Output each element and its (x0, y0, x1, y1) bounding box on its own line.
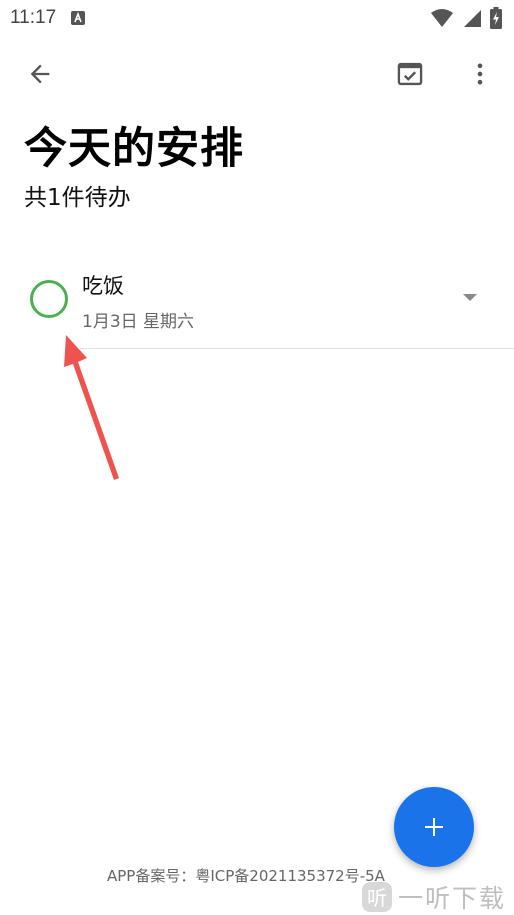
task-count: 共1件待办 (24, 185, 131, 211)
complete-all-button[interactable] (386, 50, 434, 98)
wifi-icon (430, 8, 454, 28)
watermark: 听 一听下载 (362, 878, 514, 915)
cell-signal-icon (462, 8, 482, 28)
status-bar: 11:17 (0, 0, 514, 36)
task-item[interactable]: 吃饭 1月3日 星期六 (0, 256, 514, 349)
status-left: 11:17 (10, 7, 86, 29)
icp-filing-text: APP备案号：粤ICP备2021135372号-5A (107, 867, 385, 885)
page-title: 今天的安排 (24, 124, 244, 174)
task-checkbox[interactable] (30, 280, 68, 318)
more-options-button[interactable] (456, 50, 504, 98)
battery-charging-icon (490, 7, 502, 29)
a-notification-icon (70, 10, 86, 26)
watermark-text: 一听下载 (398, 883, 507, 913)
todo-screen: 11:17 今天的安排 共1件待办 吃饭 1月3日 星期六 APP备案号：粤IC… (0, 0, 514, 915)
task-date: 1月3日 星期六 (82, 312, 195, 332)
status-time: 11:17 (10, 7, 57, 28)
add-task-fab[interactable] (394, 787, 474, 867)
watermark-logo: 听 (362, 881, 392, 912)
dropdown-arrow-icon (463, 294, 477, 301)
task-divider (80, 348, 514, 349)
task-title: 吃饭 (82, 274, 124, 298)
back-button[interactable] (16, 50, 64, 98)
arrow-back-icon (30, 64, 50, 84)
plus-icon (425, 818, 443, 836)
more-vert-icon (477, 63, 483, 85)
task-expand-button[interactable] (455, 286, 485, 310)
status-right (430, 7, 502, 29)
calendar-check-icon (397, 62, 423, 86)
toolbar (0, 50, 514, 98)
